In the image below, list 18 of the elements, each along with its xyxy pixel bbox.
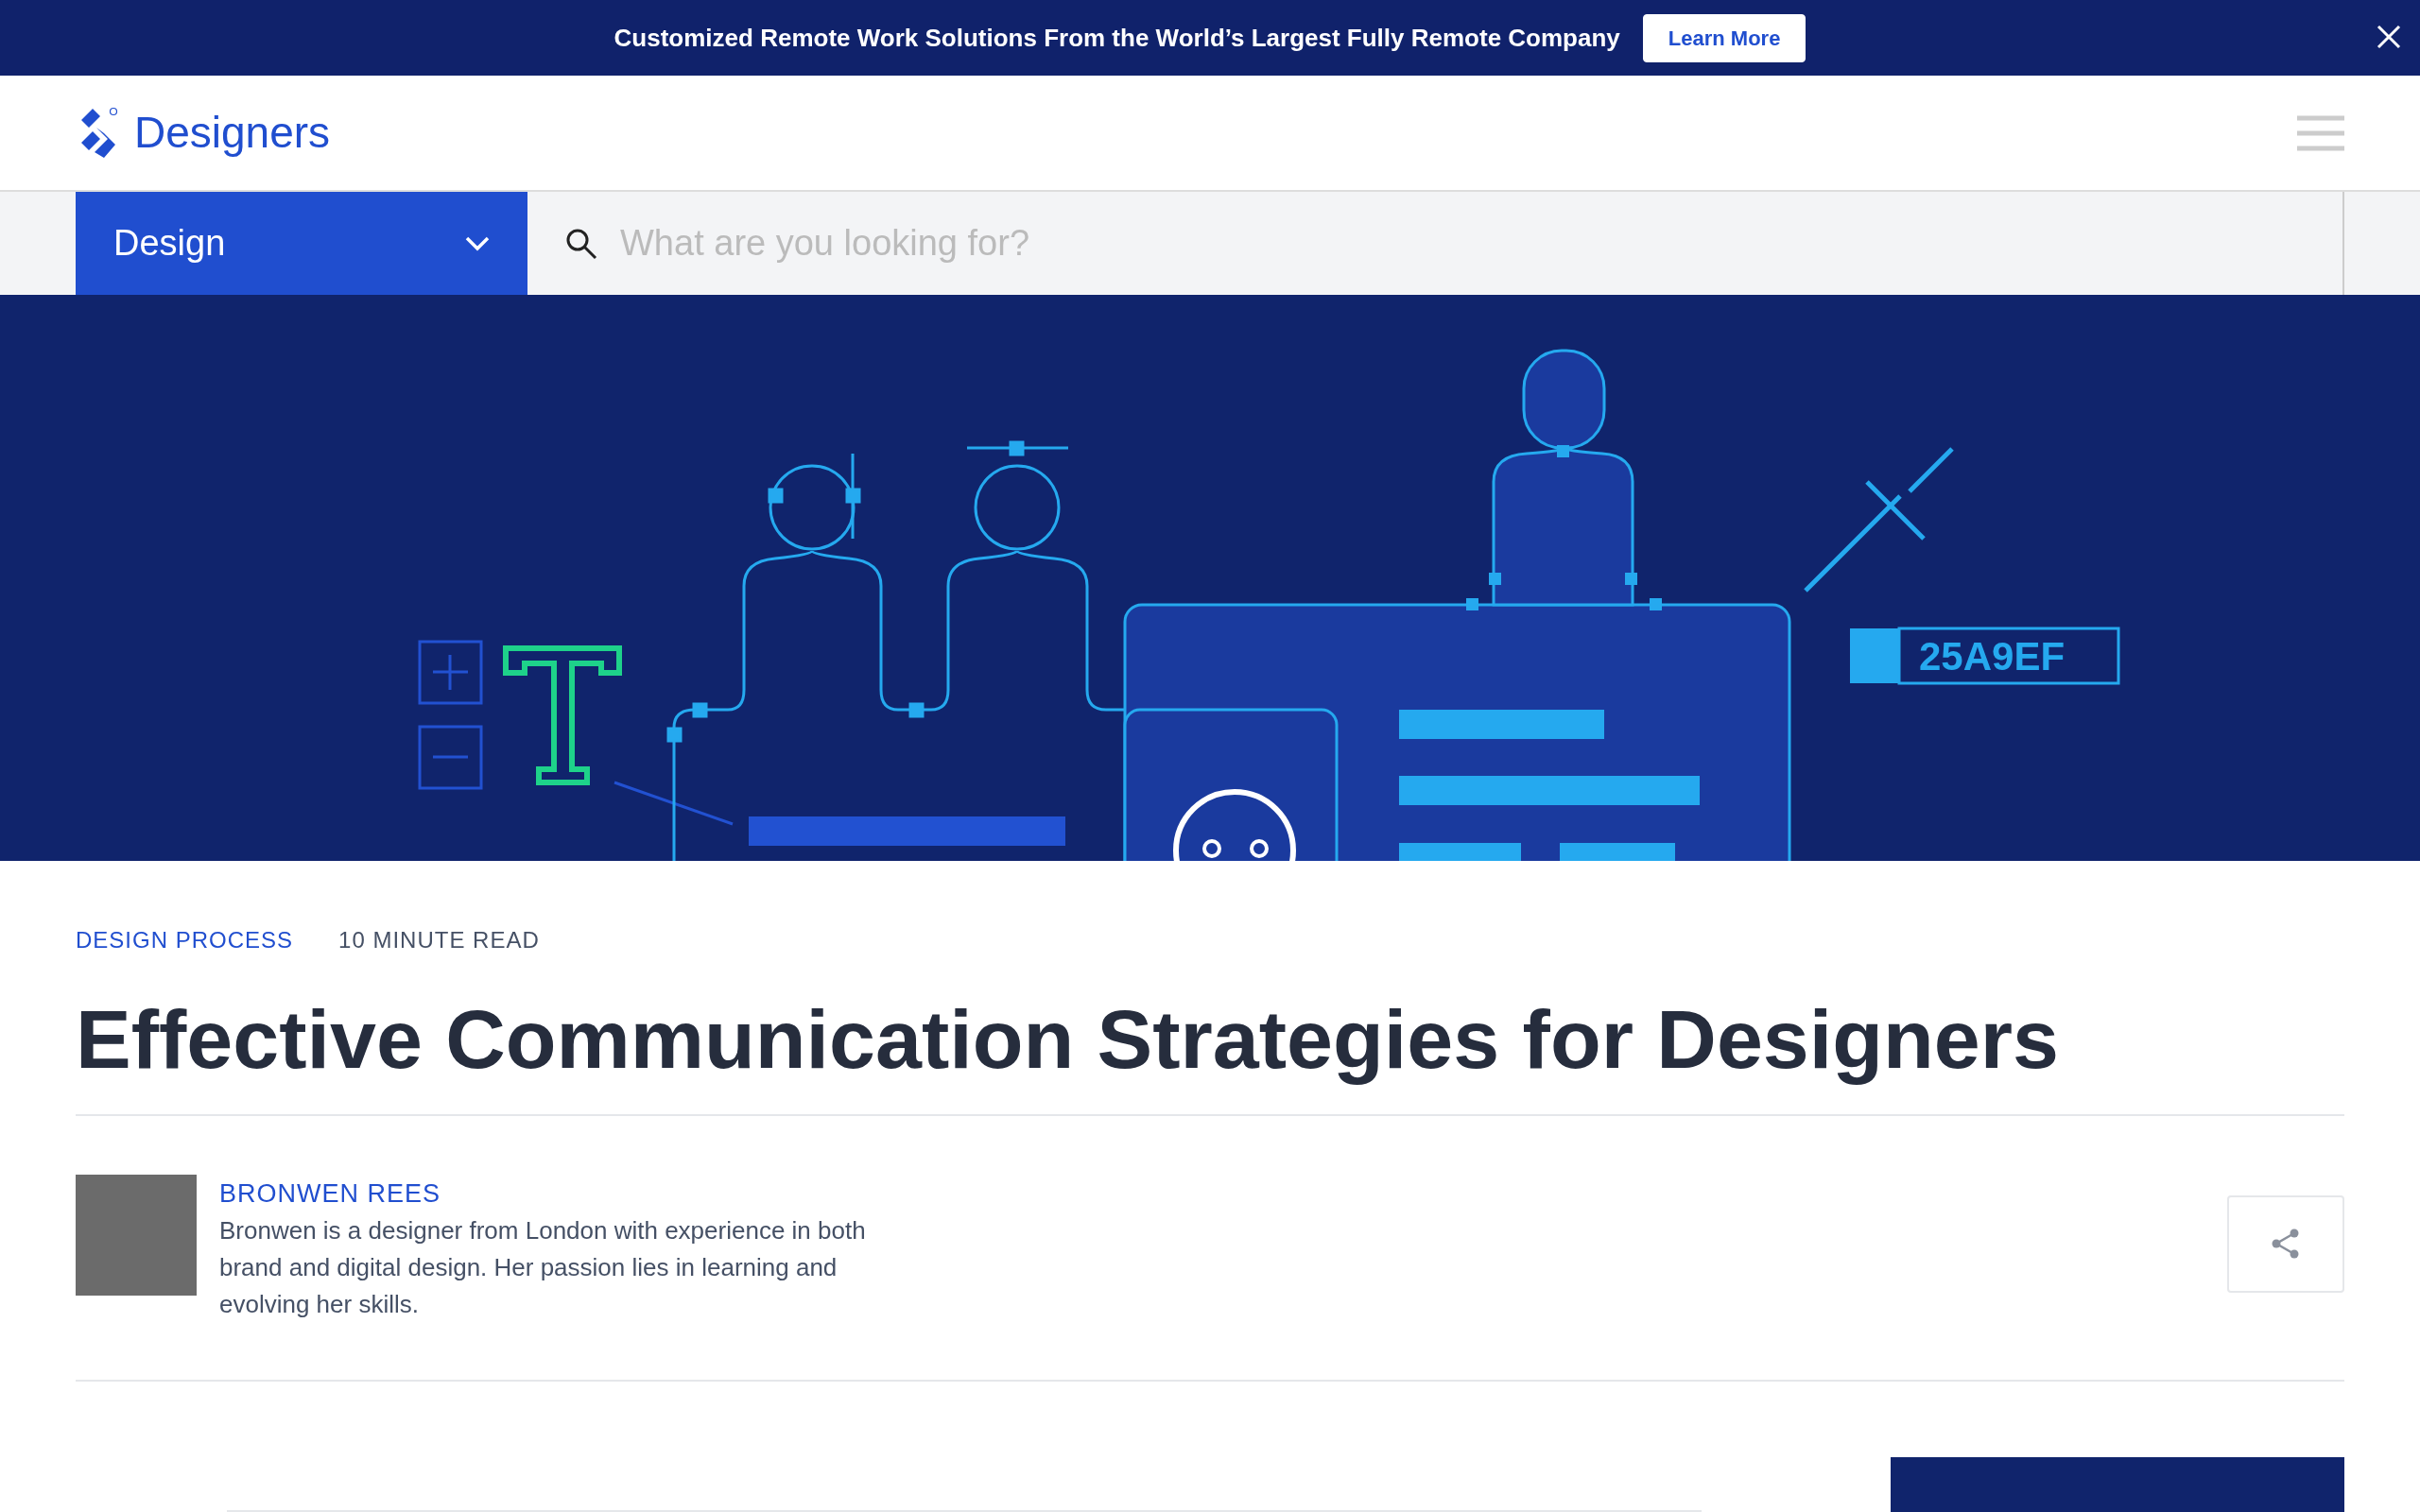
text-tool-icon [503,645,622,785]
zoom-in-icon [418,640,483,705]
category-dropdown[interactable]: Design [76,192,527,295]
zoom-out-icon [418,725,483,790]
close-button[interactable] [2377,25,2401,49]
logo-text[interactable]: Designers [134,100,331,165]
search-icon [565,227,597,260]
read-time: 10 MINUTE READ [338,926,540,954]
color-code-text: 25A9EF [1919,634,2066,679]
author-name-link[interactable]: BRONWEN REES [219,1174,900,1213]
chevron-down-icon [465,235,490,251]
color-swatch [1850,628,1899,683]
search-field[interactable]: What are you looking for? [597,216,1543,270]
author-bio: Bronwen is a designer from London with experience in both brand and digital design. Her passion lies in learning and evolving her skills. [219,1215,867,1321]
banner-message: Customized Remote Work Solutions From the World’s Largest Fully Remote Company [614,22,1620,54]
article-title: Effective Communication Strategies for Designers [76,991,2060,1088]
learn-more-button[interactable]: Learn More [1642,13,1806,62]
category-link[interactable]: DESIGN PROCESS [76,923,294,957]
